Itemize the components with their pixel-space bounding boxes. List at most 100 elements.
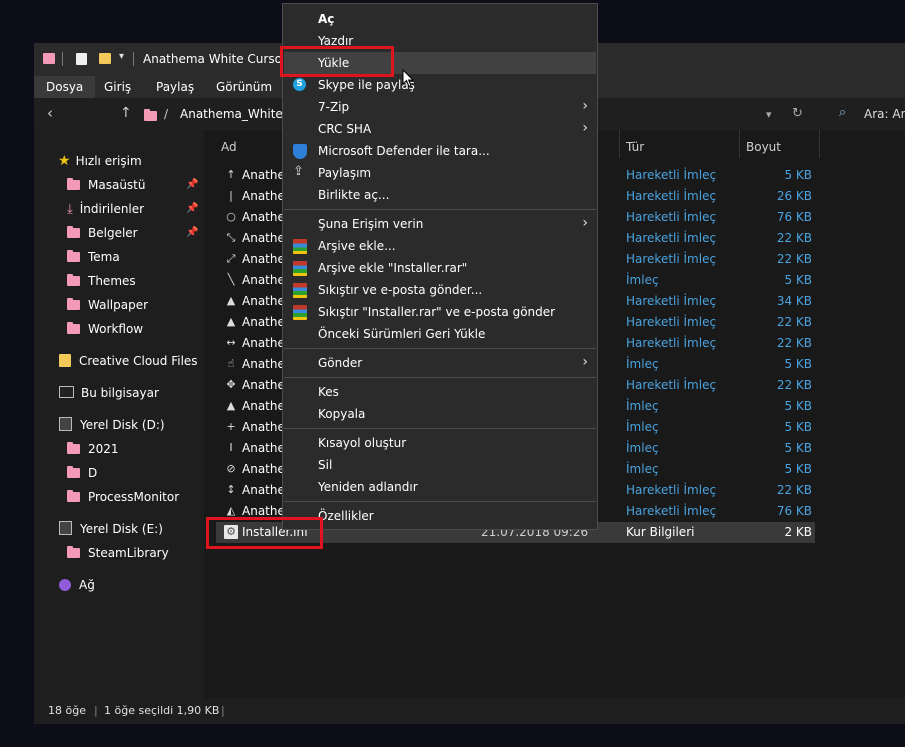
menu-item-sil[interactable]: Sil — [284, 454, 596, 476]
pin-icon[interactable]: 📌 — [186, 227, 198, 238]
sidebar-item-disk-d[interactable]: Yerel Disk (D:) — [59, 415, 165, 435]
sidebar-item-tema[interactable]: Tema — [67, 247, 120, 267]
menu-item-7-zip[interactable]: 7-Zip › — [284, 96, 596, 118]
divider — [62, 52, 63, 66]
menu-item-k-sayol-olu-tur[interactable]: Kısayol oluştur — [284, 432, 596, 454]
menu-item-una-eri-im-verin[interactable]: Şuna Erişim verin › — [284, 213, 596, 235]
chevron-right-icon: › — [582, 120, 588, 136]
quick-access-dropdown-icon[interactable]: ▾ — [119, 51, 124, 62]
file-type: Hareketli İmleç — [626, 378, 717, 392]
file-size: 5 KB — [784, 357, 812, 371]
tab-share[interactable]: Paylaş — [156, 80, 194, 94]
sidebar-item-wallpaper[interactable]: Wallpaper — [67, 295, 148, 315]
menu-item-ar-ive-ekle-installer-rar[interactable]: Arşive ekle "Installer.rar" — [284, 257, 596, 279]
search-input[interactable]: Ara: An — [864, 107, 905, 121]
menu-item-label: Sil — [318, 458, 333, 472]
sidebar-item-2021[interactable]: 2021 — [67, 439, 119, 459]
column-header-name[interactable]: Ad — [221, 140, 237, 154]
sidebar-item-disk-e[interactable]: Yerel Disk (E:) — [59, 519, 163, 539]
highlight-box-installer-file — [206, 517, 323, 549]
sidebar-item-label: Wallpaper — [88, 298, 149, 312]
menu-item-label: Sıkıştır "Installer.rar" ve e-posta gönd… — [318, 305, 556, 319]
sidebar-item-d[interactable]: D — [67, 463, 97, 483]
menu-item-crc-sha[interactable]: CRC SHA › — [284, 118, 596, 140]
file-name: Anathe — [242, 231, 285, 245]
file-size: 5 KB — [784, 399, 812, 413]
column-divider[interactable] — [819, 130, 820, 158]
sidebar-item-steamlibrary[interactable]: SteamLibrary — [67, 543, 169, 563]
column-divider[interactable] — [739, 130, 740, 158]
pin-icon[interactable]: 📌 — [186, 203, 198, 214]
share-icon: ⇪ — [293, 164, 304, 179]
back-icon[interactable]: ‹ — [47, 104, 53, 122]
menu-item-payla-m[interactable]: ⇪ Paylaşım — [284, 162, 596, 184]
menu-item-s-k-t-r-installer-rar-ve-e-posta-g-nder[interactable]: Sıkıştır "Installer.rar" ve e-posta gönd… — [284, 301, 596, 323]
cursor-file-icon: ▲ — [226, 315, 236, 328]
column-divider[interactable] — [619, 130, 620, 158]
sidebar-item-workflow[interactable]: Workflow — [67, 319, 143, 339]
sidebar-item-quick-access[interactable]: ★ Hızlı erişim — [58, 151, 142, 171]
tab-view[interactable]: Görünüm — [216, 80, 272, 94]
sidebar-item-label: Workflow — [88, 322, 144, 336]
tab-home[interactable]: Giriş — [104, 80, 131, 94]
menu-item-birlikte-a[interactable]: Birlikte aç... — [284, 184, 596, 206]
menu-item-label: Birlikte aç... — [318, 188, 390, 202]
menu-item-label: Microsoft Defender ile tara... — [318, 144, 490, 158]
menu-item-zellikler[interactable]: Özellikler — [284, 505, 596, 527]
chevron-right-icon: › — [582, 215, 588, 231]
file-type: Hareketli İmleç — [626, 294, 717, 308]
new-folder-icon[interactable] — [99, 53, 111, 64]
chevron-right-icon: › — [582, 98, 588, 114]
file-size: 5 KB — [784, 273, 812, 287]
sidebar-item-network[interactable]: Ağ — [59, 575, 95, 595]
menu-item-a[interactable]: Aç — [284, 8, 596, 30]
path-segment[interactable]: Anathema_White_C — [180, 107, 297, 121]
pin-icon[interactable]: 📌 — [186, 179, 198, 190]
sidebar-item-processmonitor[interactable]: ProcessMonitor — [67, 487, 179, 507]
menu-item-microsoft-defender-ile-tara[interactable]: Microsoft Defender ile tara... — [284, 140, 596, 162]
menu-item-g-nder[interactable]: Gönder › — [284, 352, 596, 374]
menu-item-s-k-t-r-ve-e-posta-g-nder[interactable]: Sıkıştır ve e-posta gönder... — [284, 279, 596, 301]
sidebar-item-downloads[interactable]: ⤓ İndirilenler — [67, 199, 144, 219]
file-name: Anathe — [242, 294, 285, 308]
file-size: 5 KB — [784, 420, 812, 434]
sidebar-item-documents[interactable]: Belgeler — [67, 223, 138, 243]
cursor-file-icon: ▲ — [226, 399, 236, 412]
menu-item-kes[interactable]: Kes — [284, 381, 596, 403]
menu-item-label: Arşive ekle... — [318, 239, 396, 253]
cursor-file-icon: ↑ — [226, 168, 236, 181]
cursor-file-icon: ○ — [226, 210, 236, 223]
selection-info: 1 öğe seçildi 1,90 KB — [104, 704, 220, 717]
menu-item-yeniden-adland-r[interactable]: Yeniden adlandır — [284, 476, 596, 498]
file-name: Anathe — [242, 378, 285, 392]
tab-file[interactable]: Dosya — [34, 76, 96, 98]
sidebar-item-this-pc[interactable]: Bu bilgisayar — [59, 383, 159, 403]
file-name: Anathe — [242, 357, 285, 371]
file-size: 76 KB — [776, 210, 812, 224]
sidebar-item-themes[interactable]: Themes — [67, 271, 136, 291]
disk-icon — [59, 417, 72, 431]
menu-item-ar-ive-ekle[interactable]: Arşive ekle... — [284, 235, 596, 257]
menu-separator — [284, 377, 596, 378]
file-type: Kur Bilgileri — [626, 525, 695, 539]
menu-item-kopyala[interactable]: Kopyala — [284, 403, 596, 425]
sidebar-item-label: Themes — [88, 274, 136, 288]
creative-cloud-icon — [59, 354, 71, 367]
sidebar-item-label: Hızlı erişim — [75, 154, 142, 168]
properties-icon[interactable] — [76, 53, 87, 65]
sidebar-item-creative-cloud[interactable]: Creative Cloud Files — [59, 351, 198, 371]
up-arrow-icon[interactable]: ↑ — [120, 105, 132, 121]
dropdown-icon[interactable]: ▾ — [766, 108, 772, 121]
context-menu: Aç Yazdır Yükle S Skype ile paylaş 7-Zip › CRC … — [282, 3, 598, 530]
file-size: 22 KB — [776, 483, 812, 497]
menu-item-skype-ile-payla[interactable]: S Skype ile paylaş — [284, 74, 596, 96]
column-header-size[interactable]: Boyut — [746, 140, 781, 154]
sidebar-item-desktop[interactable]: Masaüstü — [67, 175, 145, 195]
computer-icon — [59, 386, 74, 398]
refresh-icon[interactable]: ↻ — [792, 106, 803, 121]
column-header-type[interactable]: Tür — [626, 140, 644, 154]
menu-item-label: Şuna Erişim verin — [318, 217, 424, 231]
mouse-pointer-icon — [402, 69, 414, 88]
file-size: 5 KB — [784, 441, 812, 455]
menu-item-nceki-s-r-mleri-geri-y-kle[interactable]: Önceki Sürümleri Geri Yükle — [284, 323, 596, 345]
